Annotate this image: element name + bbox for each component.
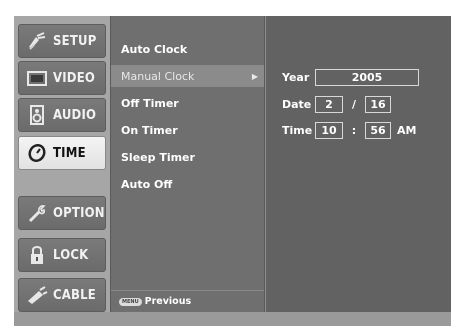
minute-field[interactable]: 56 (365, 121, 391, 139)
clock-icon (23, 143, 51, 163)
category-option[interactable]: OPTION (18, 196, 106, 230)
day-field[interactable]: 16 (365, 95, 391, 113)
date-separator: / (351, 97, 357, 111)
category-label: OPTION (53, 205, 105, 221)
ampm-field[interactable]: AM (397, 124, 416, 137)
time-row: Time 10 : 56 AM (282, 120, 416, 140)
hour-field[interactable]: 10 (315, 121, 343, 139)
month-field[interactable]: 2 (315, 95, 343, 113)
submenu-item-auto-clock[interactable]: Auto Clock (121, 38, 261, 60)
category-cable[interactable]: CABLE (18, 278, 106, 312)
date-label: Date (282, 97, 312, 111)
year-row: Year 2005 (282, 67, 419, 87)
cable-plug-icon (23, 285, 51, 305)
category-setup[interactable]: SETUP (18, 24, 106, 58)
padlock-icon (23, 244, 51, 266)
submenu-item-manual-clock[interactable]: Manual Clock ▶ (111, 65, 264, 87)
date-row: Date 2 / 16 (282, 94, 391, 114)
time-submenu: Auto Clock Manual Clock ▶ Off Timer On T… (110, 16, 265, 312)
category-label: SETUP (53, 33, 97, 49)
submenu-item-off-timer[interactable]: Off Timer (121, 92, 261, 114)
osd-menu-frame: SETUP VIDEO AUDIO TIME OPTION LOCK CABLE… (14, 16, 451, 321)
wrench-icon (23, 202, 51, 224)
year-field[interactable]: 2005 (315, 68, 419, 86)
category-video[interactable]: VIDEO (18, 61, 106, 95)
category-audio[interactable]: AUDIO (18, 98, 106, 132)
category-label: CABLE (53, 287, 96, 303)
submenu-item-label: Manual Clock (121, 69, 195, 83)
speaker-icon (23, 104, 51, 126)
manual-clock-panel: Year 2005 Date 2 / 16 Time 10 : 56 AM (266, 16, 451, 312)
previous-hint[interactable]: MENU Previous (111, 290, 264, 312)
category-menu: SETUP VIDEO AUDIO TIME OPTION LOCK CABLE (14, 16, 110, 312)
category-label: AUDIO (53, 107, 97, 123)
previous-label: Previous (144, 296, 192, 307)
submenu-item-on-timer[interactable]: On Timer (121, 119, 261, 141)
menu-key-icon: MENU (119, 297, 142, 306)
category-lock[interactable]: LOCK (18, 238, 106, 272)
year-label: Year (282, 70, 310, 84)
category-time[interactable]: TIME (18, 136, 106, 170)
category-label: TIME (53, 145, 86, 161)
time-label: Time (282, 123, 313, 137)
tv-screen-icon (23, 69, 51, 87)
time-separator: : (351, 123, 357, 137)
frame-bottom-bar (14, 312, 451, 326)
category-label: LOCK (53, 247, 89, 263)
submenu-item-auto-off[interactable]: Auto Off (121, 173, 261, 195)
submenu-item-sleep-timer[interactable]: Sleep Timer (121, 146, 261, 168)
arrow-right-icon: ▶ (251, 71, 258, 81)
satellite-dish-icon (23, 31, 51, 51)
category-label: VIDEO (53, 70, 96, 86)
